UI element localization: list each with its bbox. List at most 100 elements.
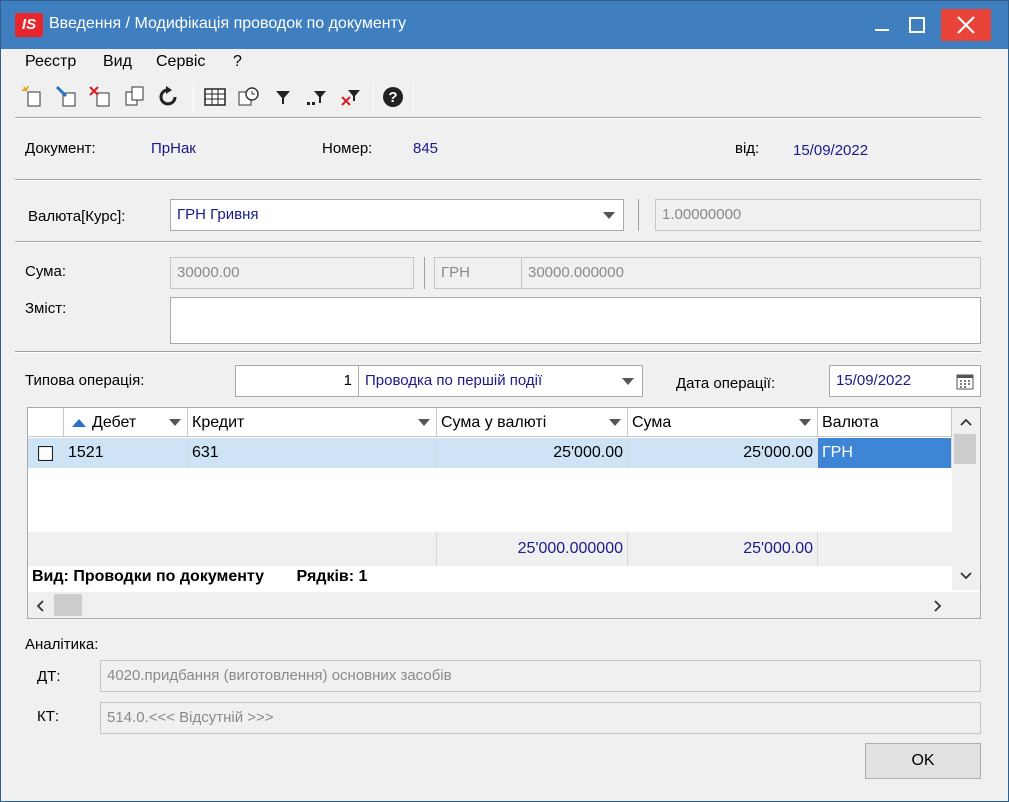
new-record-button[interactable]	[19, 83, 47, 111]
column-header-select[interactable]	[28, 408, 64, 437]
chevron-up-icon[interactable]	[960, 418, 972, 426]
edit-icon	[55, 85, 76, 107]
date-value: 15/09/2022	[793, 142, 869, 159]
dt-analytics-field: 4020.придбання (виготовлення) основних з…	[100, 660, 981, 692]
refresh-icon	[159, 86, 177, 106]
refresh-button[interactable]	[155, 83, 183, 111]
copy-record-button[interactable]	[121, 83, 149, 111]
history-button[interactable]	[235, 83, 263, 111]
cell-sum[interactable]: 25'000.00	[628, 438, 818, 468]
column-header-currency[interactable]: Валюта	[818, 408, 952, 437]
chevron-down-icon[interactable]	[960, 572, 972, 580]
rows-count: Рядків: 1	[296, 568, 368, 585]
filter-options-button[interactable]	[303, 83, 331, 111]
content-label: Зміст:	[25, 300, 67, 317]
currency-label: Валюта[Курс]:	[28, 208, 126, 225]
column-header-sum-currency[interactable]: Сума у валюті	[437, 408, 628, 437]
operation-date-value: 15/09/2022	[836, 372, 912, 389]
column-header-currency-label: Валюта	[822, 414, 879, 431]
number-label: Номер:	[322, 140, 373, 157]
help-icon: ?	[383, 87, 403, 107]
menu-view[interactable]: Вид	[103, 53, 132, 71]
column-header-debit[interactable]: Дебет	[64, 408, 188, 437]
chevron-down-icon[interactable]	[799, 419, 811, 426]
operation-label: Типова операція:	[25, 372, 145, 389]
edit-record-button[interactable]	[53, 83, 81, 111]
new-document-icon	[22, 85, 41, 107]
filter-button[interactable]	[269, 83, 297, 111]
sum-currency-field: ГРН	[434, 257, 522, 289]
document-label: Документ:	[25, 140, 96, 157]
menu-help[interactable]: ?	[233, 53, 242, 71]
ok-button[interactable]: OK	[865, 743, 981, 779]
chevron-down-icon[interactable]	[418, 419, 430, 426]
chevron-down-icon[interactable]	[622, 378, 634, 385]
operation-select[interactable]: Проводка по першій події	[358, 365, 643, 397]
table-row[interactable]: 1521 631 25'000.00 25'000.00 ГРН	[28, 438, 952, 468]
chevron-right-icon[interactable]	[934, 600, 942, 612]
scroll-thumb[interactable]	[954, 434, 976, 464]
column-header-debit-label: Дебет	[92, 414, 137, 431]
scroll-thumb[interactable]	[54, 594, 82, 616]
toolbar: ?	[15, 81, 995, 115]
cell-credit[interactable]: 631	[188, 438, 437, 468]
kt-label: КТ:	[37, 708, 60, 725]
view-label: Вид: Проводки по документу	[32, 568, 265, 585]
toolbar-separator	[413, 83, 414, 113]
divider	[15, 351, 981, 353]
cell-sum-currency[interactable]: 25'000.00	[437, 438, 628, 468]
calendar-icon[interactable]	[956, 373, 974, 390]
copy-icon	[125, 86, 144, 106]
content-textarea[interactable]	[170, 297, 981, 344]
help-button[interactable]: ?	[379, 83, 407, 111]
filter-settings-icon	[307, 91, 326, 105]
maximize-button[interactable]	[894, 9, 938, 41]
field-separator	[424, 257, 425, 289]
currency-select[interactable]: ГРН Гривня	[170, 199, 624, 231]
operation-number-field[interactable]: 1	[235, 365, 359, 397]
table-icon	[204, 88, 226, 106]
cell-currency[interactable]: ГРН	[818, 438, 952, 468]
delete-record-button[interactable]	[87, 83, 115, 111]
horizontal-scrollbar[interactable]	[28, 592, 980, 618]
column-header-credit-label: Кредит	[192, 414, 245, 431]
maximize-icon	[909, 17, 925, 33]
dt-label: ДТ:	[37, 668, 61, 685]
chevron-down-icon[interactable]	[603, 212, 615, 219]
menu-registry[interactable]: Реєстр	[25, 53, 76, 71]
chevron-down-icon[interactable]	[169, 419, 181, 426]
row-checkbox-cell[interactable]	[28, 438, 64, 468]
kt-analytics-field: 514.0.<<< Відсутній >>>	[100, 702, 981, 734]
dialog-window: IS Введення / Модифікація проводок по до…	[0, 0, 1009, 802]
currency-select-value: ГРН Гривня	[177, 206, 259, 223]
column-header-sum[interactable]: Сума	[628, 408, 818, 437]
app-logo-icon: IS	[15, 13, 43, 37]
checkbox[interactable]	[38, 446, 53, 461]
chevron-down-icon[interactable]	[609, 419, 621, 426]
clear-filter-button[interactable]	[337, 83, 365, 111]
divider	[15, 117, 981, 119]
column-header-credit[interactable]: Кредит	[188, 408, 437, 437]
close-icon	[957, 16, 975, 34]
svg-text:?: ?	[388, 89, 397, 106]
divider	[15, 179, 981, 181]
table-view-button[interactable]	[201, 83, 229, 111]
sum-label: Сума:	[25, 263, 66, 280]
clear-filter-icon	[341, 90, 360, 106]
date-label: від:	[735, 140, 760, 157]
vertical-scrollbar[interactable]	[952, 408, 980, 590]
sum-field: 30000.00	[170, 257, 414, 289]
totals-row: 25'000.000000 25'000.00	[28, 532, 952, 566]
close-button[interactable]	[941, 9, 991, 41]
cell-debit[interactable]: 1521	[64, 438, 188, 468]
divider	[15, 241, 981, 243]
title-bar[interactable]: IS Введення / Модифікація проводок по до…	[1, 1, 1008, 49]
total-sum-currency: 25'000.000000	[437, 532, 628, 566]
chevron-left-icon[interactable]	[36, 600, 44, 612]
operation-date-label: Дата операції:	[676, 375, 776, 392]
exchange-rate-field: 1.00000000	[655, 199, 981, 231]
column-header-sum-label: Сума	[632, 414, 672, 431]
toolbar-separator	[373, 83, 374, 113]
operation-date-field[interactable]: 15/09/2022	[829, 365, 981, 397]
menu-service[interactable]: Сервіс	[156, 53, 205, 71]
